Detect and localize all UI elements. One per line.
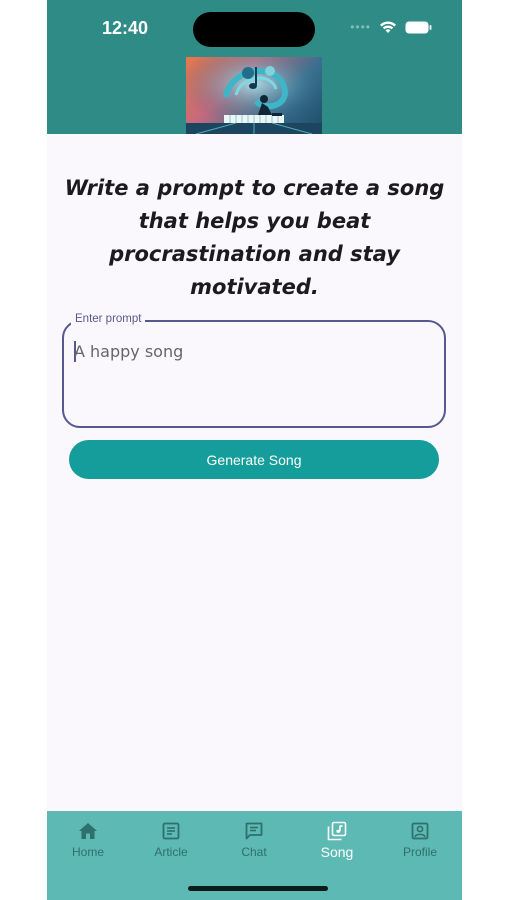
nav-item-profile[interactable]: Profile xyxy=(385,821,455,859)
battery-icon xyxy=(405,21,432,33)
cellular-signal-icon: •••• xyxy=(350,20,371,34)
wifi-icon xyxy=(380,21,396,33)
dynamic-island xyxy=(193,12,315,47)
app-screen: 12:40 •••• Write a prompt to create a so… xyxy=(47,0,462,900)
generate-song-button[interactable]: Generate Song xyxy=(69,440,439,479)
nav-item-article[interactable]: Article xyxy=(136,821,206,859)
prompt-field[interactable]: Enter prompt xyxy=(62,313,446,428)
nav-item-chat[interactable]: Chat xyxy=(219,821,289,859)
status-icons: •••• xyxy=(350,20,432,34)
nav-item-home[interactable]: Home xyxy=(53,821,123,859)
app-header: 12:40 •••• xyxy=(47,0,462,134)
nav-label-chat: Chat xyxy=(241,845,267,859)
article-icon xyxy=(162,822,180,840)
prompt-field-label: Enter prompt xyxy=(71,313,146,325)
song-banner-image xyxy=(186,57,322,134)
nav-item-song[interactable]: Song xyxy=(302,821,372,860)
prompt-input[interactable] xyxy=(74,342,424,361)
nav-label-home: Home xyxy=(71,845,104,859)
status-time: 12:40 xyxy=(102,18,149,38)
home-icon xyxy=(79,823,97,839)
song-icon xyxy=(327,821,347,841)
bottom-navigation: Home Article Chat Song Profile xyxy=(47,811,462,900)
home-indicator xyxy=(188,886,328,891)
nav-label-article: Article xyxy=(154,845,188,859)
music-illustration xyxy=(186,57,322,134)
profile-icon xyxy=(411,822,429,840)
chat-icon xyxy=(245,822,263,840)
nav-label-profile: Profile xyxy=(402,845,437,859)
page-title: Write a prompt to create a song that hel… xyxy=(64,176,445,299)
nav-label-song: Song xyxy=(320,844,354,860)
